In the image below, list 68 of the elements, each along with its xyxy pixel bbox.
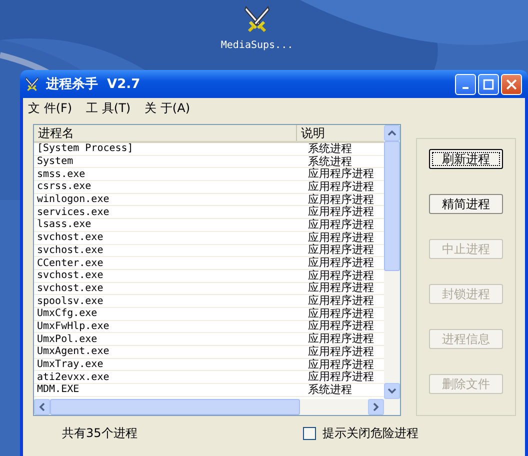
horizontal-scrollbar[interactable] <box>34 399 384 415</box>
maximize-icon <box>483 78 494 90</box>
scroll-up-button[interactable] <box>384 125 400 141</box>
process-name: svchost.exe <box>36 244 104 256</box>
action-button[interactable]: 刷新进程 <box>429 149 503 169</box>
process-description: 系统进程 <box>307 156 352 168</box>
process-description: 应用程序进程 <box>307 206 374 218</box>
process-name: svchost.exe <box>36 282 104 294</box>
process-description: 应用程序进程 <box>307 270 374 282</box>
window-title: 进程杀手 V2.7 <box>46 76 140 93</box>
process-description: 应用程序进程 <box>307 180 374 193</box>
process-name: lsass.exe <box>36 219 92 230</box>
process-description: 应用程序进程 <box>307 371 374 384</box>
process-name: UmxCfg.exe <box>36 308 98 320</box>
process-description: 应用程序进程 <box>307 194 374 206</box>
scroll-down-button[interactable] <box>384 383 400 399</box>
desktop-icon-label[interactable]: MediaSups... <box>220 40 294 51</box>
process-description: 应用程序进程 <box>307 218 374 231</box>
checkbox[interactable] <box>303 426 316 440</box>
process-description: 应用程序进程 <box>307 320 374 332</box>
process-description: 应用程序进程 <box>307 282 374 294</box>
process-name: winlogon.exe <box>36 194 110 206</box>
process-description: 应用程序进程 <box>307 257 374 270</box>
menu-item[interactable]: 工 具(T) <box>86 100 131 116</box>
checkbox-label[interactable]: 提示关闭危险进程 <box>322 424 418 442</box>
crossed-swords-icon[interactable] <box>242 4 272 34</box>
process-name: UmxAgent.exe <box>36 346 110 358</box>
process-name: svchost.exe <box>36 270 104 282</box>
process-name: UmxTray.exe <box>36 359 104 370</box>
process-name: MDM.EXE <box>36 384 80 396</box>
process-name: csrss.exe <box>36 181 92 192</box>
action-button[interactable]: 精简进程 <box>429 194 503 214</box>
process-description: 系统进程 <box>307 384 352 396</box>
process-description: 应用程序进程 <box>307 333 374 346</box>
minimize-icon <box>462 87 469 89</box>
crossed-swords-icon <box>24 76 40 92</box>
process-name: services.exe <box>36 206 110 218</box>
process-name: System <box>36 156 74 168</box>
process-description: 系统进程 <box>307 143 352 155</box>
process-description: 应用程序进程 <box>307 168 374 180</box>
menu-item[interactable]: 文 件(F) <box>28 100 72 116</box>
process-name: svchost.exe <box>36 232 104 244</box>
scroll-right-button[interactable] <box>368 399 384 415</box>
process-name: spoolsv.exe <box>36 296 104 307</box>
maximize-button[interactable] <box>478 74 499 94</box>
column-header[interactable]: 说明 <box>297 125 384 141</box>
scrollbar-thumb[interactable] <box>50 399 300 415</box>
process-name: CCenter.exe <box>36 258 104 269</box>
process-name: [System Process] <box>36 143 134 154</box>
vertical-scrollbar[interactable] <box>384 125 400 415</box>
process-description: 应用程序进程 <box>307 308 374 320</box>
process-description: 应用程序进程 <box>307 358 374 371</box>
minimize-button[interactable] <box>455 74 476 94</box>
process-name: smss.exe <box>36 168 86 180</box>
close-icon <box>506 78 517 90</box>
process-count: 共有35个进程 <box>62 424 138 442</box>
process-name: UmxPol.exe <box>36 334 98 345</box>
process-description: 应用程序进程 <box>307 295 374 308</box>
scrollbar-thumb[interactable] <box>384 141 400 271</box>
process-description: 应用程序进程 <box>307 346 374 358</box>
close-button[interactable] <box>501 74 522 94</box>
process-name: ati2evxx.exe <box>36 372 110 383</box>
process-description: 应用程序进程 <box>307 244 374 256</box>
process-description: 应用程序进程 <box>307 232 374 244</box>
scroll-left-button[interactable] <box>34 399 50 415</box>
menu-item[interactable]: 关 于(A) <box>144 100 190 116</box>
process-name: UmxFwHlp.exe <box>36 320 110 332</box>
column-header[interactable]: 进程名 <box>34 125 297 141</box>
